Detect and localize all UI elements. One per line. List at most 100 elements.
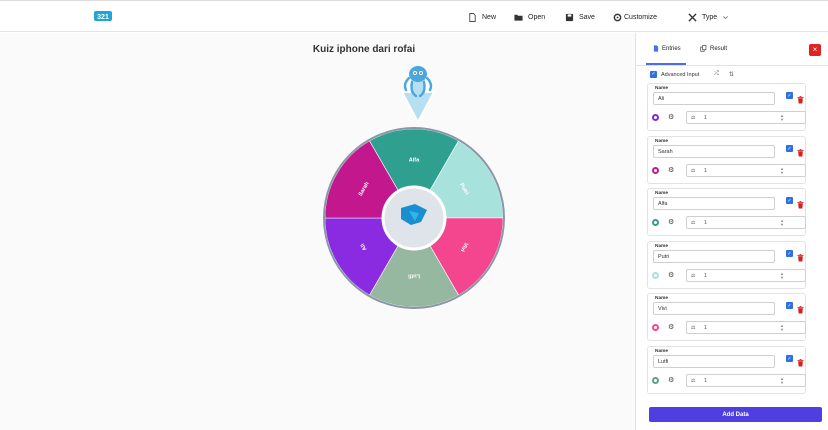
gear-icon[interactable]: ⚙ [668,272,674,279]
new-button-label: New [482,13,497,21]
entry-weight-value: 1 [704,168,708,174]
entry-weight-input[interactable]: ⚖ 1 ▲ ▼ [686,111,806,124]
wheel-segment-label: Alfa [409,157,420,163]
svg-text:321: 321 [97,14,109,21]
spinner-arrows-icon[interactable]: ▲ ▼ [780,324,784,332]
trash-icon[interactable] [797,301,804,314]
entry-weight-input[interactable]: ⚖ 1 ▲ ▼ [686,269,806,282]
gear-icon[interactable]: ⚙ [668,114,674,121]
trash-icon[interactable] [797,354,804,367]
spinner-arrows-icon[interactable]: ▲ ▼ [780,114,784,122]
spinner-arrows-icon[interactable]: ▲ ▼ [780,272,784,280]
entry-weight-input[interactable]: ⚖ 1 ▲ ▼ [686,164,806,177]
spinner-arrows-icon[interactable]: ▲ ▼ [780,167,784,175]
shuffle-icon[interactable]: ⤮ [714,71,719,78]
advanced-input-checkbox[interactable]: ✓ [650,71,657,78]
entry-enabled-checkbox[interactable]: ✓ [786,92,793,99]
entry-name-input[interactable]: Alfa [653,197,775,210]
entry-name-label: Name [655,296,669,301]
entry-enabled-checkbox[interactable]: ✓ [786,302,793,309]
sidebar-tabs: Entries Result × [636,33,828,66]
entry-name-label: Name [655,349,669,354]
save-icon [565,13,574,21]
open-button[interactable]: Open [514,9,545,25]
trash-icon[interactable] [797,91,804,104]
palette-icon[interactable] [652,219,659,226]
entry-weight-input[interactable]: ⚖ 1 ▲ ▼ [686,216,806,229]
trash-icon[interactable] [797,249,804,262]
close-icon: × [812,45,818,54]
entry-name-input[interactable]: Lutfi [653,355,775,368]
new-file-icon [469,12,476,22]
entry-weight-value: 1 [704,325,708,331]
entry-name-label: Name [655,191,669,196]
entry-card: Name Lutfi ⚙ ⚖ 1 ▲ ▼ [647,346,806,394]
palette-icon[interactable] [652,377,659,384]
entry-card: Name Alfa ⚙ ⚖ 1 ▲ ▼ [647,188,806,236]
trash-icon[interactable] [797,144,804,157]
entry-name-label: Name [655,86,669,91]
tab-result-label: Result [710,45,728,52]
weight-icon: ⚖ [691,273,696,279]
palette-icon[interactable] [652,324,659,331]
gear-icon[interactable]: ⚙ [668,167,674,174]
new-button[interactable]: New [468,9,496,25]
customize-button[interactable]: Customize [613,9,657,25]
app-logo-icon[interactable]: 321 [94,9,112,23]
type-dropdown[interactable]: Type [688,9,729,25]
entry-weight-value: 1 [704,220,708,226]
entry-weight-value: 1 [704,378,708,384]
add-data-button[interactable]: Add Data [649,407,822,422]
chevron-down-icon [723,15,729,19]
tab-entries-label: Entries [662,45,681,52]
gear-icon[interactable]: ⚙ [668,324,674,331]
entry-enabled-checkbox[interactable]: ✓ [786,355,793,362]
entry-name-input[interactable]: Ali [653,92,775,105]
document-icon [653,45,659,52]
palette-icon[interactable] [652,272,659,279]
tab-entries[interactable]: Entries [653,45,681,52]
entry-name-input[interactable]: Putri [653,250,775,263]
customize-button-label: Customize [624,13,658,21]
entry-card: Name Putri ⚙ ⚖ 1 ▲ ▼ [647,241,806,289]
entry-weight-input[interactable]: ⚖ 1 ▲ ▼ [686,321,806,334]
entry-card: Name Vivi ⚙ ⚖ 1 ▲ ▼ [647,293,806,341]
weight-icon: ⚖ [691,325,696,331]
entry-enabled-checkbox[interactable]: ✓ [786,145,793,152]
entry-weight-input[interactable]: ⚖ 1 ▲ ▼ [686,374,806,387]
gear-icon[interactable]: ⚙ [668,377,674,384]
open-button-label: Open [528,13,546,21]
save-button-label: Save [579,13,595,21]
advanced-input-label: Advanced Input [661,71,700,78]
spinner-arrows-icon[interactable]: ▲ ▼ [780,219,784,227]
entry-weight-value: 1 [704,273,708,279]
active-tab-indicator [646,63,686,65]
entry-weight-value: 1 [704,115,708,121]
entry-card: Name Sarah ⚙ ⚖ 1 ▲ ▼ [647,136,806,184]
entry-name-input[interactable]: Sarah [653,145,775,158]
folder-open-icon [514,14,523,21]
trash-icon[interactable] [797,196,804,209]
save-button[interactable]: Save [565,9,595,25]
tools-icon [688,12,697,22]
entry-enabled-checkbox[interactable]: ✓ [786,250,793,257]
gear-icon[interactable]: ⚙ [668,219,674,226]
spin-wheel[interactable]: AlfaPutriViviLutfiAliSarah [315,127,513,309]
entries-sidebar: Entries Result × ✓ Advanced Input ⤮ ⇅ Na… [635,33,828,430]
sort-icon[interactable]: ⇅ [729,71,734,78]
type-dropdown-label: Type [702,13,718,21]
spinner-arrows-icon[interactable]: ▲ ▼ [780,377,784,385]
tab-result[interactable]: Result [700,45,727,52]
wheel-segment-label: Lutfi [408,273,420,279]
entry-card: Name Ali ⚙ ⚖ 1 ▲ ▼ [647,83,806,131]
entry-tools: ⤮ ⇅ [714,71,734,78]
entry-name-label: Name [655,244,669,249]
entry-name-input[interactable]: Vivi [653,302,775,315]
weight-icon: ⚖ [691,115,696,121]
palette-icon[interactable] [652,114,659,121]
close-sidebar-button[interactable]: × [809,44,821,56]
entry-enabled-checkbox[interactable]: ✓ [786,197,793,204]
weight-icon: ⚖ [691,378,696,384]
palette-icon[interactable] [652,167,659,174]
advanced-input-toggle[interactable]: ✓ Advanced Input [650,71,699,78]
